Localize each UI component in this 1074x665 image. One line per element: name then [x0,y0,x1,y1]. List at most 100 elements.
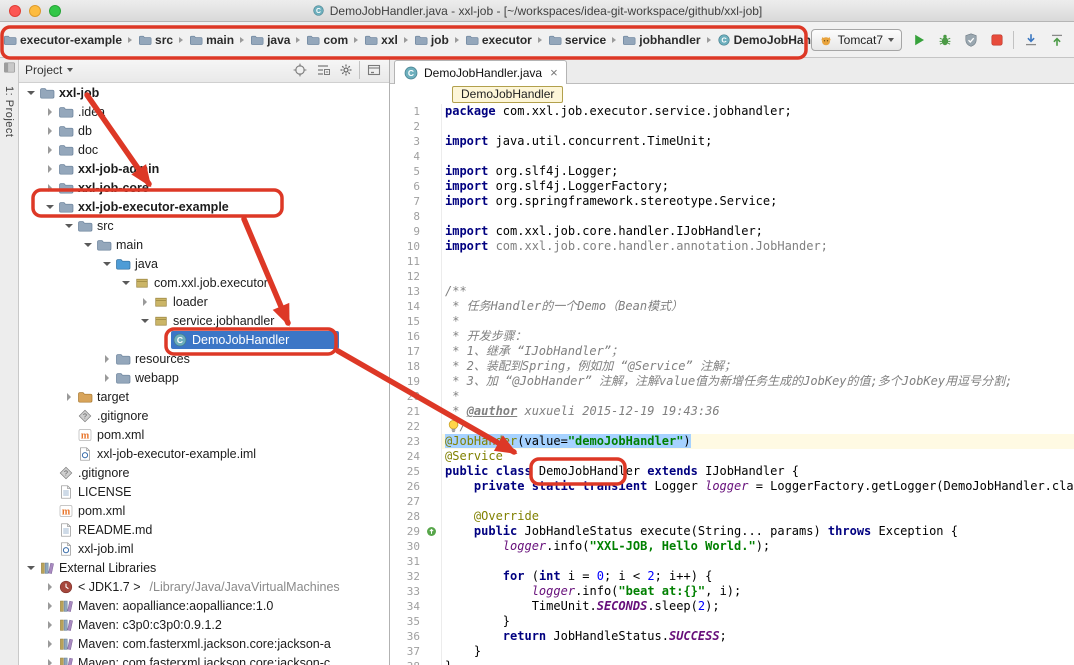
breadcrumb-item[interactable]: service [547,31,607,49]
tree-item[interactable]: service.jobhandler [19,311,389,330]
tree-expand-arrow[interactable] [137,319,152,323]
vcs-commit-button[interactable] [1047,30,1066,49]
code-line[interactable]: 6import org.slf4j.LoggerFactory; [390,179,1074,194]
tree-item[interactable]: < JDK1.7 >/Library/Java/JavaVirtualMachi… [19,577,389,596]
tree-item[interactable]: ?.gitignore [19,406,389,425]
tree-expand-arrow[interactable] [23,91,38,95]
tree-collapse-arrow[interactable] [99,374,114,382]
tree-item[interactable]: CDemoJobHandler [19,330,389,349]
project-view-selector[interactable]: Project [25,63,73,77]
code-line[interactable]: 10import com.xxl.job.core.handler.annota… [390,239,1074,254]
line-number[interactable]: 8 [390,209,422,224]
breadcrumb-item[interactable]: main [188,31,235,49]
line-number[interactable]: 23 [390,434,422,449]
tree-expand-arrow[interactable] [61,224,76,228]
line-number[interactable]: 36 [390,629,422,644]
tree-item[interactable]: xxl-job.iml [19,539,389,558]
code-line[interactable]: 23@JobHander(value="demoJobHandler") [390,434,1074,449]
tree-item[interactable]: db [19,121,389,140]
line-number[interactable]: 30 [390,539,422,554]
tree-item[interactable]: xxl-job-admin [19,159,389,178]
line-number[interactable]: 31 [390,554,422,569]
vcs-update-button[interactable] [1021,30,1040,49]
tree-collapse-arrow[interactable] [42,127,57,135]
code-line[interactable]: 7import org.springframework.stereotype.S… [390,194,1074,209]
tree-item[interactable]: webapp [19,368,389,387]
close-button[interactable] [9,5,21,17]
breadcrumb-item[interactable]: xxl [363,31,399,49]
code-line[interactable]: 31 [390,554,1074,569]
line-number[interactable]: 4 [390,149,422,164]
debug-button[interactable] [935,30,954,49]
code-line[interactable]: 24@Service [390,449,1074,464]
breadcrumb-item[interactable]: jobhandler [621,31,701,49]
breadcrumb-item[interactable]: CDemoJobHandler [716,31,811,49]
line-number[interactable]: 35 [390,614,422,629]
line-number[interactable]: 18 [390,359,422,374]
gear-icon[interactable] [336,61,355,80]
line-number[interactable]: 38 [390,659,422,665]
line-number[interactable]: 34 [390,599,422,614]
tree-item[interactable]: Maven: com.fasterxml.jackson.core:jackso… [19,653,389,665]
tree-item[interactable]: xxl-job-executor-example [19,197,389,216]
line-number[interactable]: 26 [390,479,422,494]
tree-item[interactable]: README.md [19,520,389,539]
line-number[interactable]: 37 [390,644,422,659]
line-number[interactable]: 15 [390,314,422,329]
code-line[interactable]: 14 * 任务Handler的一个Demo（Bean模式） [390,299,1074,314]
tree-collapse-arrow[interactable] [42,184,57,192]
line-number[interactable]: 27 [390,494,422,509]
code-line[interactable]: 25public class DemoJobHandler extends IJ… [390,464,1074,479]
tree-collapse-arrow[interactable] [42,165,57,173]
breadcrumb-item[interactable]: executor [464,31,533,49]
code-line[interactable]: 19 * 3、加 “@JobHander” 注解，注解value值为新增任务生成… [390,374,1074,389]
tree-item[interactable]: com.xxl.job.executor [19,273,389,292]
code-line[interactable]: 28 @Override [390,509,1074,524]
tree-item[interactable]: External Libraries [19,558,389,577]
tree-item[interactable]: Maven: c3p0:c3p0:0.9.1.2 [19,615,389,634]
line-number[interactable]: 12 [390,269,422,284]
code-line[interactable]: 35 } [390,614,1074,629]
tree-expand-arrow[interactable] [23,566,38,570]
line-number[interactable]: 11 [390,254,422,269]
code-line[interactable]: 32 for (int i = 0; i < 2; i++) { [390,569,1074,584]
stop-button[interactable] [987,30,1006,49]
tree-collapse-arrow[interactable] [42,583,57,591]
tree-collapse-arrow[interactable] [42,640,57,648]
override-icon[interactable] [422,524,440,539]
code-line[interactable]: 26 private static transient Logger logge… [390,479,1074,494]
tree-collapse-arrow[interactable] [42,146,57,154]
run-configuration-select[interactable]: Tomcat7 [811,29,902,51]
code-line[interactable]: 2 [390,119,1074,134]
tree-item[interactable]: Maven: com.fasterxml.jackson.core:jackso… [19,634,389,653]
tree-item[interactable]: loader [19,292,389,311]
intention-bulb-icon[interactable] [446,418,461,435]
breadcrumb-item[interactable]: com [305,31,349,49]
code-line[interactable]: 13/** [390,284,1074,299]
line-number[interactable]: 24 [390,449,422,464]
tree-item[interactable]: xxl-job-executor-example.iml [19,444,389,463]
tree-item[interactable]: src [19,216,389,235]
code-line[interactable]: 5import org.slf4j.Logger; [390,164,1074,179]
tree-collapse-arrow[interactable] [61,393,76,401]
line-number[interactable]: 7 [390,194,422,209]
code-line[interactable]: 22 */ [390,419,1074,434]
tree-item[interactable]: xxl-job [19,83,389,102]
code-line[interactable]: 16 * 开发步骤： [390,329,1074,344]
code-line[interactable]: 18 * 2、装配到Spring，例如加 “@Service” 注解； [390,359,1074,374]
run-button[interactable] [909,30,928,49]
code-line[interactable]: 29 public JobHandleStatus execute(String… [390,524,1074,539]
tree-collapse-arrow[interactable] [99,355,114,363]
code-line[interactable]: 12 [390,269,1074,284]
code-line[interactable]: 4 [390,149,1074,164]
code-line[interactable]: 21 * @author xuxueli 2015-12-19 19:43:36 [390,404,1074,419]
code-line[interactable]: 30 logger.info("XXL-JOB, Hello World."); [390,539,1074,554]
code-line[interactable]: 38} [390,659,1074,665]
collapse-all-icon[interactable] [313,61,332,80]
tree-item[interactable]: java [19,254,389,273]
tab-demojobhandler[interactable]: C DemoJobHandler.java × [394,60,567,84]
code-line[interactable]: 17 * 1、继承 “IJobHandler”； [390,344,1074,359]
tree-collapse-arrow[interactable] [42,621,57,629]
tree-item[interactable]: doc [19,140,389,159]
line-number[interactable]: 6 [390,179,422,194]
